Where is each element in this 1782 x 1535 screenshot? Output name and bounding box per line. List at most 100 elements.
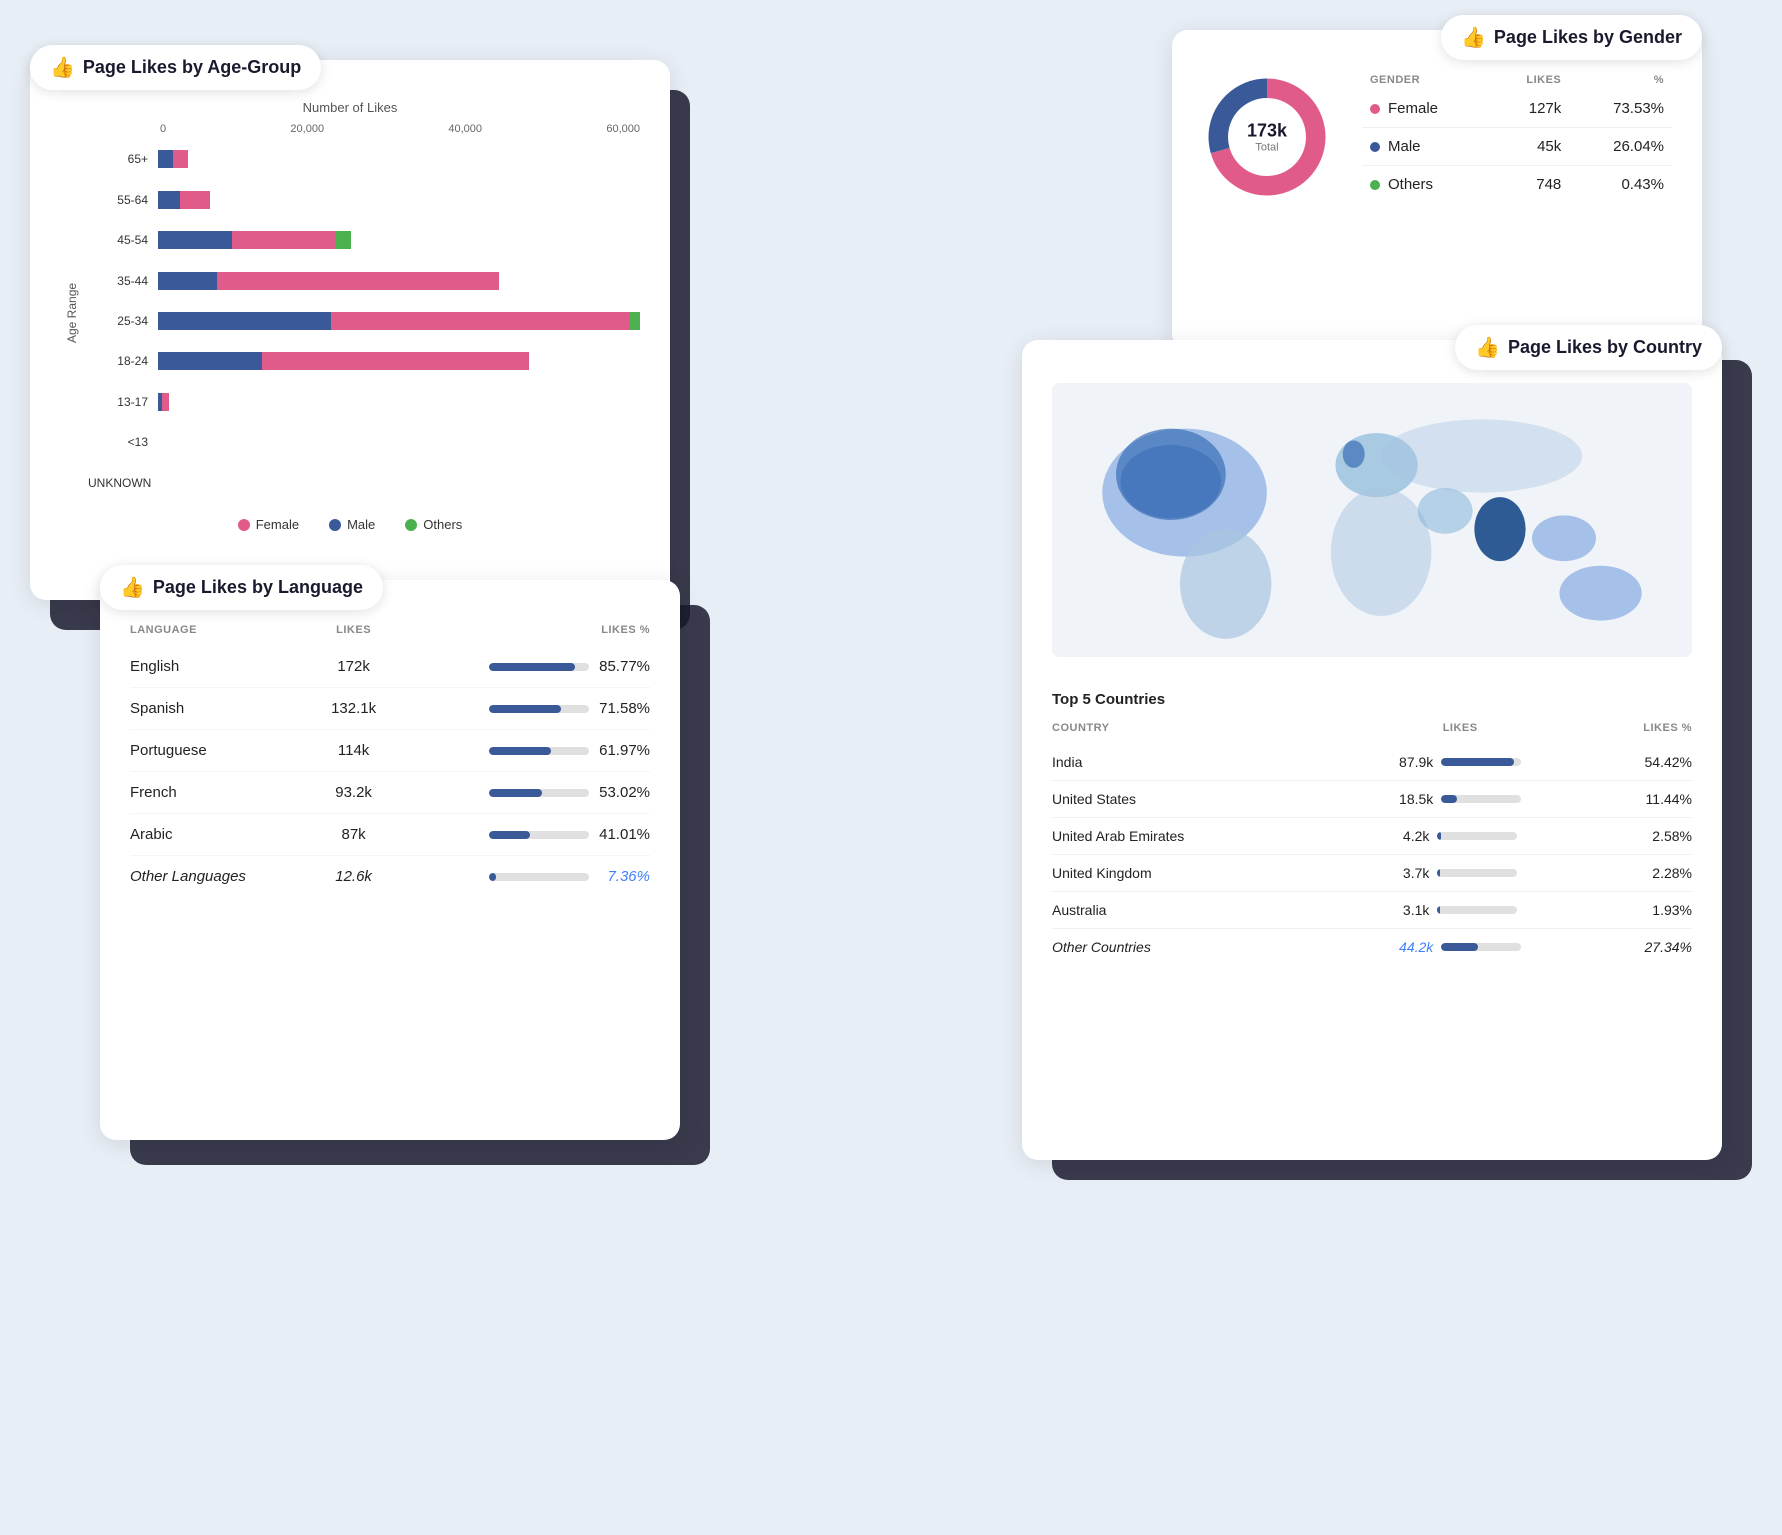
world-map [1052, 370, 1692, 670]
bar-segments [158, 312, 640, 330]
bar-segments [158, 191, 640, 209]
age-group-label: 👍 Page Likes by Age-Group [30, 45, 321, 90]
gender-row: Male 45k 26.04% [1362, 128, 1672, 166]
country-row: Other Countries 44.2k 27.34% [1052, 929, 1692, 966]
x-axis-ticks: 0 20,000 40,000 60,000 [88, 123, 640, 135]
lang-pct: 7.36% [595, 868, 650, 885]
lang-bar-bg [489, 705, 589, 713]
bar-segments [158, 150, 640, 168]
female-dot [238, 519, 250, 531]
country-bar-bg [1441, 943, 1521, 951]
country-pct: 54.42% [1589, 744, 1692, 781]
bar-label: 55-64 [88, 193, 158, 207]
country-bar-bg [1441, 758, 1521, 766]
legend-others: Others [405, 517, 462, 532]
gender-name: Male [1388, 138, 1421, 155]
bar-segments [158, 474, 640, 492]
country-pct: 11.44% [1589, 781, 1692, 818]
country-bar-bg [1437, 869, 1517, 877]
others-dot [405, 519, 417, 531]
country-name: Other Countries [1052, 929, 1331, 966]
language-row: French 93.2k 53.02% [130, 772, 650, 814]
bar-row: 45-54 [88, 224, 640, 256]
country-row: India 87.9k 54.42% [1052, 744, 1692, 781]
bar-label: 65+ [88, 152, 158, 166]
gender-name: Female [1388, 100, 1438, 117]
country-likes: 3.7k [1403, 865, 1429, 881]
lang-bar-fill [489, 789, 542, 797]
gender-color-dot [1370, 104, 1380, 114]
chart-body: 0 20,000 40,000 60,000 65+ 55-64 45-54 3… [88, 123, 640, 503]
lang-pct: 71.58% [595, 700, 650, 717]
language-card: LANGUAGE LIKES LIKES % English 172k 85.7… [100, 580, 680, 1140]
gender-likes: 127k [1491, 90, 1569, 128]
thumbs-up-icon-country: 👍 [1475, 335, 1500, 360]
age-group-card: Number of Likes Age Range 0 20,000 40,00… [30, 60, 670, 600]
lang-name: French [130, 772, 317, 814]
country-row: United Arab Emirates 4.2k 2.58% [1052, 818, 1692, 855]
male-dot [329, 519, 341, 531]
lang-likes: 132.1k [317, 688, 390, 730]
language-row: Other Languages 12.6k 7.36% [130, 856, 650, 898]
country-bar-bg [1441, 795, 1521, 803]
country-pct: 27.34% [1589, 929, 1692, 966]
bar-row: <13 [88, 426, 640, 458]
bar-label: UNKNOWN [88, 476, 158, 490]
lang-bar-bg [489, 663, 589, 671]
donut-chart: 173k Total [1202, 72, 1332, 202]
gender-name: Others [1388, 176, 1433, 193]
lang-bar-fill [489, 747, 551, 755]
bar-label: 25-34 [88, 314, 158, 328]
lang-likes: 87k [317, 814, 390, 856]
country-bar-bg [1437, 832, 1517, 840]
top5-section: Top 5 Countries COUNTRY LIKES LIKES % In… [1052, 691, 1692, 965]
bar-segments [158, 352, 640, 370]
language-row: Arabic 87k 41.01% [130, 814, 650, 856]
bar-segments [158, 393, 640, 411]
country-name: India [1052, 744, 1331, 781]
gender-likes: 45k [1491, 128, 1569, 166]
country-bar-fill [1441, 943, 1477, 951]
lang-pct: 61.97% [595, 742, 650, 759]
lang-name: English [130, 646, 317, 688]
country-likes: 4.2k [1403, 828, 1429, 844]
lang-bar-fill [489, 831, 530, 839]
bar-label: 45-54 [88, 233, 158, 247]
legend-male: Male [329, 517, 375, 532]
lang-pct: 53.02% [595, 784, 650, 801]
country-likes: 44.2k [1399, 939, 1433, 955]
country-likes: 87.9k [1399, 754, 1433, 770]
bar-label: 35-44 [88, 274, 158, 288]
bar-row: 13-17 [88, 386, 640, 418]
gender-likes: 748 [1491, 166, 1569, 204]
gender-card: 173k Total GENDER LIKES % Female 127k [1172, 30, 1702, 350]
bar-label: 13-17 [88, 395, 158, 409]
country-row: United States 18.5k 11.44% [1052, 781, 1692, 818]
lang-bar-bg [489, 873, 589, 881]
bar-rows: 65+ 55-64 45-54 35-44 25-34 [88, 139, 640, 503]
gender-pct: 26.04% [1569, 128, 1672, 166]
lang-likes: 12.6k [317, 856, 390, 898]
gender-table: GENDER LIKES % Female 127k 73.53% Male 4… [1362, 70, 1672, 203]
lang-likes: 172k [317, 646, 390, 688]
country-likes: 3.1k [1403, 902, 1429, 918]
donut-center: 173k Total [1247, 120, 1287, 153]
country-bar-fill [1437, 906, 1440, 914]
lang-name: Arabic [130, 814, 317, 856]
country-card: Top 5 Countries COUNTRY LIKES LIKES % In… [1022, 340, 1722, 1160]
lang-bar-bg [489, 747, 589, 755]
country-bar-fill [1441, 758, 1514, 766]
chart-title: Number of Likes [60, 100, 640, 115]
gender-row: Female 127k 73.53% [1362, 90, 1672, 128]
bar-row: 35-44 [88, 265, 640, 297]
bar-label: 18-24 [88, 354, 158, 368]
bar-segments [158, 272, 640, 290]
gender-label: 👍 Page Likes by Gender [1441, 15, 1702, 60]
country-bar-fill [1437, 832, 1440, 840]
lang-name: Spanish [130, 688, 317, 730]
country-row: United Kingdom 3.7k 2.28% [1052, 855, 1692, 892]
lang-bar-bg [489, 831, 589, 839]
chart-legend: Female Male Others [60, 517, 640, 532]
gender-color-dot [1370, 142, 1380, 152]
country-pct: 2.58% [1589, 818, 1692, 855]
